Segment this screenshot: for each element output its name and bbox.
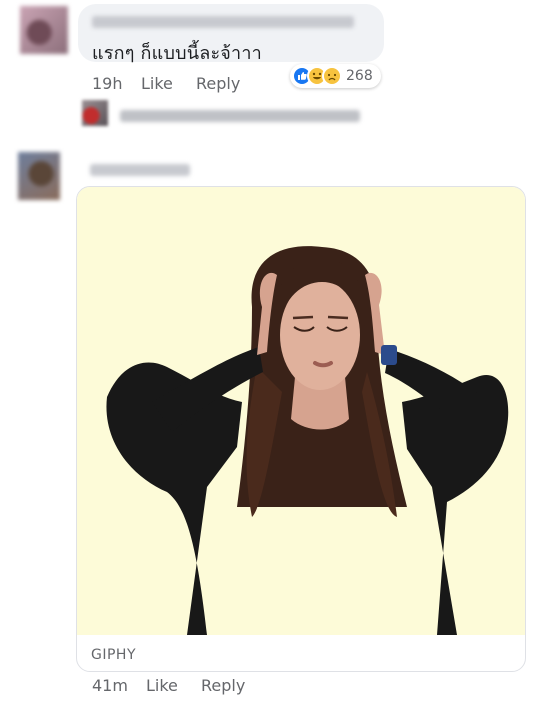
gif-attachment[interactable]: GIPHY: [76, 186, 526, 672]
reply-avatar[interactable]: [82, 100, 108, 126]
comment-timestamp[interactable]: 19h: [92, 74, 123, 93]
commenter-name-blurred[interactable]: [90, 164, 190, 176]
comment-timestamp[interactable]: 41m: [92, 676, 128, 695]
comment-text: แรกๆ ก็แบบนี้ละจ้าาา: [92, 43, 262, 64]
reply-preview-blurred[interactable]: [120, 110, 360, 122]
reply-button[interactable]: Reply: [201, 676, 245, 695]
sad-icon: [322, 66, 342, 86]
woman-holding-head-gif: [106, 246, 509, 635]
commenter-avatar[interactable]: [20, 6, 68, 54]
gif-source-label: GIPHY: [91, 647, 136, 663]
commenter-avatar[interactable]: [18, 152, 60, 200]
reaction-summary[interactable]: 268: [290, 64, 381, 88]
gif-image[interactable]: [77, 187, 525, 635]
reply-button[interactable]: Reply: [196, 74, 240, 93]
reaction-count: 268: [346, 68, 373, 84]
like-button[interactable]: Like: [146, 676, 178, 695]
like-button[interactable]: Like: [141, 74, 173, 93]
commenter-name-blurred[interactable]: [92, 16, 354, 28]
